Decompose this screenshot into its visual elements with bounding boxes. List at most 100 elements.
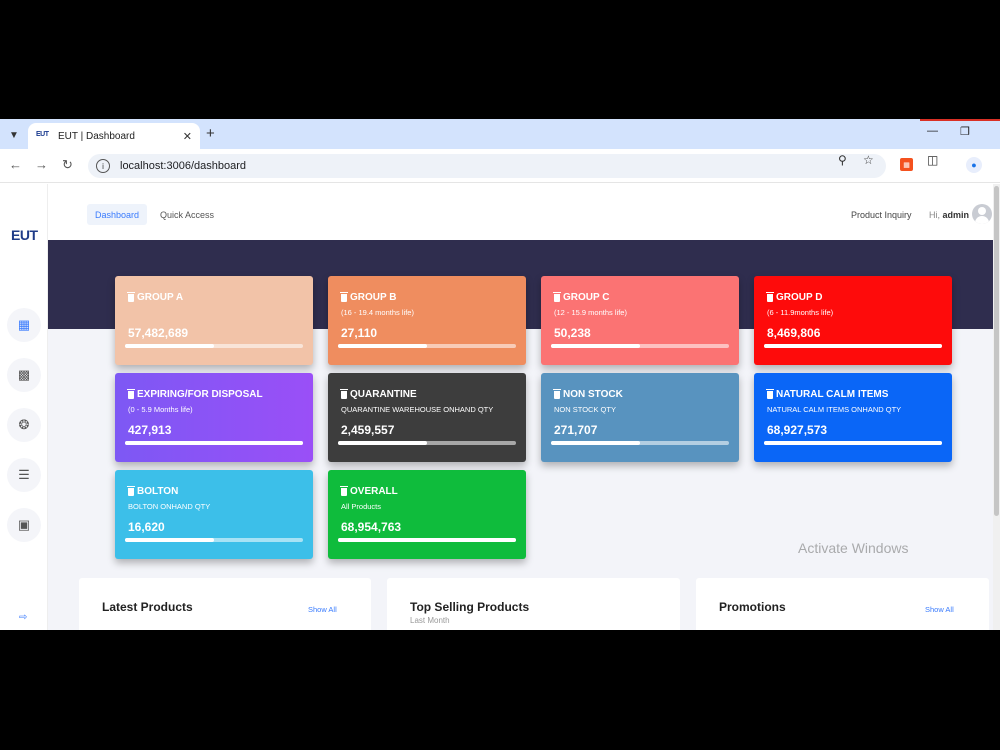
card-value: 27,110 xyxy=(341,326,378,340)
stat-card-quarantine[interactable]: QUARANTINE QUARANTINE WAREHOUSE ONHAND QT… xyxy=(328,373,526,462)
card-value: 2,459,557 xyxy=(341,423,395,437)
panel-subtitle: Last Month xyxy=(410,616,450,625)
card-title: GROUP C xyxy=(553,291,610,303)
card-title: NATURAL CALM ITEMS xyxy=(766,388,888,400)
trash-icon xyxy=(340,388,348,399)
new-tab-button[interactable]: + xyxy=(206,125,215,143)
top-selling-panel: Top Selling Products Last Month xyxy=(387,578,680,630)
restore-icon[interactable]: ❐ xyxy=(960,125,970,138)
latest-products-panel: Latest Products Show All xyxy=(79,578,371,630)
zoom-icon[interactable]: ⚲ xyxy=(838,153,847,167)
tab-bar: ▼ EUT EUT | Dashboard ✕ + — ❐ xyxy=(0,119,1000,149)
stat-card-group-c[interactable]: GROUP C (12 - 15.9 months life) 50,238 xyxy=(541,276,739,365)
stat-card-bolton[interactable]: BOLTON BOLTON ONHAND QTY 16,620 xyxy=(115,470,313,559)
forward-icon[interactable]: → xyxy=(35,157,48,172)
card-title: GROUP A xyxy=(127,291,183,303)
progress-bar xyxy=(338,441,516,445)
stat-card-group-d[interactable]: GROUP D (6 - 11.9months life) 8,469,806 xyxy=(754,276,952,365)
bookmark-star-icon[interactable]: ☆ xyxy=(863,153,874,167)
trash-icon xyxy=(340,291,348,302)
card-value: 271,707 xyxy=(554,423,598,437)
progress-bar xyxy=(764,441,942,445)
progress-fill xyxy=(551,441,640,445)
stat-card-natural-calm-items[interactable]: NATURAL CALM ITEMS NATURAL CALM ITEMS ONH… xyxy=(754,373,952,462)
user-greeting: Hi, admin xyxy=(929,210,970,220)
address-bar: ← → ↻ i localhost:3006/dashboard ⚲ ☆ ▦ ◫… xyxy=(0,149,1000,183)
lifebuoy-icon[interactable]: ❂ xyxy=(7,408,41,442)
progress-bar xyxy=(338,538,516,542)
card-subtitle: (6 - 11.9months life) xyxy=(767,308,834,317)
card-value: 8,469,806 xyxy=(767,326,821,340)
browser-tab[interactable]: EUT EUT | Dashboard ✕ xyxy=(28,123,200,149)
url-input[interactable]: i localhost:3006/dashboard xyxy=(88,154,886,178)
extensions-puzzle-icon[interactable]: ◫ xyxy=(927,153,938,167)
extension-icon[interactable]: ▦ xyxy=(900,158,913,171)
progress-fill xyxy=(551,344,640,348)
card-subtitle: NON STOCK QTY xyxy=(554,405,616,414)
progress-fill xyxy=(125,344,214,348)
app-container: EUT ▦ ▩ ❂ ☰ ▣ ⇨ Dashboard Quick Access P… xyxy=(0,184,1000,630)
card-subtitle: QUARANTINE WAREHOUSE ONHAND QTY xyxy=(341,405,494,414)
browser-window: ▼ EUT EUT | Dashboard ✕ + — ❐ ← → ↻ i lo… xyxy=(0,119,1000,630)
reload-icon[interactable]: ↻ xyxy=(62,157,73,173)
card-value: 16,620 xyxy=(128,520,165,534)
gift-icon[interactable]: ▩ xyxy=(7,358,41,392)
trash-icon xyxy=(553,291,561,302)
progress-fill xyxy=(125,538,214,542)
card-title: NON STOCK xyxy=(553,388,623,400)
card-subtitle: NATURAL CALM ITEMS ONHAND QTY xyxy=(767,405,902,414)
product-inquiry-link[interactable]: Product Inquiry xyxy=(851,210,912,220)
profile-icon[interactable]: ● xyxy=(966,157,982,173)
card-value: 68,927,573 xyxy=(767,423,828,437)
avatar[interactable] xyxy=(972,204,992,224)
stat-card-expiring-for-disposal[interactable]: EXPIRING/FOR DISPOSAL (0 - 5.9 Months lif… xyxy=(115,373,313,462)
progress-bar xyxy=(125,538,303,542)
progress-fill xyxy=(338,344,427,348)
progress-bar xyxy=(764,344,942,348)
briefcase-icon[interactable]: ▣ xyxy=(7,508,41,542)
scrollbar-thumb[interactable] xyxy=(994,186,999,516)
minimize-icon[interactable]: — xyxy=(927,125,938,137)
trash-icon xyxy=(553,388,561,399)
site-info-icon[interactable]: i xyxy=(96,159,110,173)
progress-fill xyxy=(125,441,303,445)
card-value: 427,913 xyxy=(128,423,172,437)
trash-icon xyxy=(127,388,135,399)
layers-icon[interactable]: ☰ xyxy=(7,458,41,492)
card-title: OVERALL xyxy=(340,485,398,497)
progress-bar xyxy=(125,441,303,445)
stat-card-overall[interactable]: OVERALL All Products 68,954,763 xyxy=(328,470,526,559)
dashboard-grid-icon[interactable]: ▦ xyxy=(7,308,41,342)
sidebar: EUT ▦ ▩ ❂ ☰ ▣ ⇨ xyxy=(0,184,48,630)
progress-fill xyxy=(764,441,942,445)
stat-card-non-stock[interactable]: NON STOCK NON STOCK QTY 271,707 xyxy=(541,373,739,462)
tab-quick-access[interactable]: Quick Access xyxy=(152,204,222,225)
app-logo[interactable]: EUT xyxy=(11,227,38,243)
panel-title: Top Selling Products xyxy=(410,600,530,614)
close-tab-icon[interactable]: ✕ xyxy=(183,130,192,143)
window-accent xyxy=(920,119,1000,121)
progress-bar xyxy=(551,344,729,348)
stat-card-group-a[interactable]: GROUP A 57,482,689 xyxy=(115,276,313,365)
card-value: 50,238 xyxy=(554,326,591,340)
panel-title: Promotions xyxy=(719,600,786,614)
card-title: GROUP B xyxy=(340,291,397,303)
trash-icon xyxy=(766,388,774,399)
card-subtitle: (12 - 15.9 months life) xyxy=(554,308,627,317)
back-icon[interactable]: ← xyxy=(9,157,22,172)
logout-icon[interactable]: ⇨ xyxy=(19,612,27,623)
tab-search-chevron-icon[interactable]: ▼ xyxy=(4,125,24,145)
card-title: EXPIRING/FOR DISPOSAL xyxy=(127,388,263,400)
progress-fill xyxy=(338,441,427,445)
tab-dashboard[interactable]: Dashboard xyxy=(87,204,148,225)
show-all-link[interactable]: Show All xyxy=(308,605,337,614)
stat-card-group-b[interactable]: GROUP B (16 - 19.4 months life) 27,110 xyxy=(328,276,526,365)
progress-bar xyxy=(551,441,729,445)
progress-bar xyxy=(125,344,303,348)
favicon-icon: EUT xyxy=(36,131,49,138)
panel-title: Latest Products xyxy=(102,600,193,614)
card-value: 57,482,689 xyxy=(128,326,189,340)
card-subtitle: (0 - 5.9 Months life) xyxy=(128,405,193,414)
card-subtitle: (16 - 19.4 months life) xyxy=(341,308,414,317)
show-all-link[interactable]: Show All xyxy=(925,605,954,614)
